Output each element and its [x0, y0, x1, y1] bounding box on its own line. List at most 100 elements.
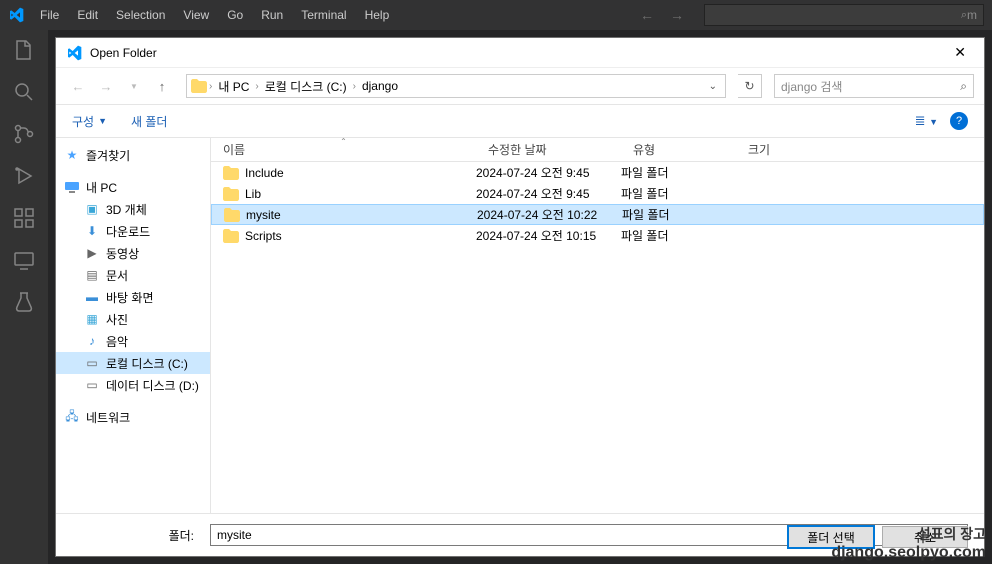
source-control-icon[interactable] — [12, 122, 36, 146]
chevron-right-icon: › — [209, 81, 212, 92]
vscode-logo-icon — [8, 7, 24, 23]
menu-terminal[interactable]: Terminal — [293, 4, 354, 26]
help-icon[interactable]: ? — [950, 112, 968, 130]
view-options-icon[interactable]: ≣ ▼ — [915, 113, 938, 129]
col-header-size[interactable]: 크기 — [736, 141, 816, 158]
file-row[interactable]: mysite 2024-07-24 오전 10:22 파일 폴더 — [211, 204, 984, 225]
tree-label: 다운로드 — [106, 223, 150, 240]
breadcrumb-item[interactable]: 로컬 디스크 (C:) — [261, 76, 351, 97]
col-header-date[interactable]: 수정한 날짜 — [476, 141, 621, 158]
refresh-button[interactable]: ↻ — [738, 74, 762, 98]
tree-item-local-disk-c[interactable]: ▭로컬 디스크 (C:) — [56, 352, 210, 374]
tree-label: 로컬 디스크 (C:) — [106, 355, 188, 372]
nav-back-icon[interactable]: ← — [636, 3, 658, 27]
folder-icon — [224, 208, 240, 222]
tree-label: 바탕 화면 — [106, 289, 154, 306]
file-type: 파일 폴더 — [621, 185, 736, 202]
music-icon: ♪ — [84, 333, 100, 349]
file-row[interactable]: Lib 2024-07-24 오전 9:45 파일 폴더 — [211, 183, 984, 204]
tree-label: 네트워크 — [86, 409, 130, 426]
file-row[interactable]: Scripts 2024-07-24 오전 10:15 파일 폴더 — [211, 225, 984, 246]
address-bar[interactable]: › 내 PC › 로컬 디스크 (C:) › django ⌄ — [186, 74, 726, 98]
dialog-titlebar: Open Folder ✕ — [56, 38, 984, 68]
desktop-icon: ▬ — [84, 289, 100, 305]
tree-item[interactable]: ▤ 문서 — [56, 264, 210, 286]
chevron-right-icon: › — [353, 81, 356, 92]
testing-icon[interactable] — [12, 290, 36, 314]
menu-view[interactable]: View — [175, 4, 217, 26]
nav-up-button[interactable]: ↑ — [150, 74, 174, 98]
file-type: 파일 폴더 — [621, 164, 736, 181]
column-headers: ⌃ 이름 수정한 날짜 유형 크기 — [211, 138, 984, 162]
menu-go[interactable]: Go — [219, 4, 251, 26]
file-name: Scripts — [245, 229, 282, 243]
search-icon[interactable] — [12, 80, 36, 104]
tree-item[interactable]: ♪음악 — [56, 330, 210, 352]
tree-label: 데이터 디스크 (D:) — [106, 377, 199, 394]
pc-icon — [64, 179, 80, 195]
file-name: Include — [245, 166, 284, 180]
nav-forward-button[interactable]: → — [94, 74, 118, 98]
menu-edit[interactable]: Edit — [69, 4, 106, 26]
tree-network[interactable]: 🖧 네트워크 — [56, 406, 210, 428]
menu-run[interactable]: Run — [253, 4, 291, 26]
file-name: Lib — [245, 187, 261, 201]
remote-icon[interactable] — [12, 248, 36, 272]
search-text: m — [967, 8, 977, 22]
col-header-type[interactable]: 유형 — [621, 141, 736, 158]
folder-icon — [223, 166, 239, 180]
tree-item[interactable]: ▶ 동영상 — [56, 242, 210, 264]
menu-help[interactable]: Help — [357, 4, 398, 26]
organize-button[interactable]: 구성 ▼ — [72, 113, 107, 130]
tree-item[interactable]: ⬇ 다운로드 — [56, 220, 210, 242]
folder-icon — [223, 229, 239, 243]
explorer-icon[interactable] — [12, 38, 36, 62]
new-folder-button[interactable]: 새 폴더 — [131, 113, 167, 130]
tree-label: 3D 개체 — [106, 201, 147, 218]
video-icon: ▶ — [84, 245, 100, 261]
watermark-line2: django.seolpyo.com — [831, 544, 986, 562]
tree-quick-access[interactable]: ★ 즐겨찾기 — [56, 144, 210, 166]
dialog-toolbar: 구성 ▼ 새 폴더 ≣ ▼ ? — [56, 104, 984, 138]
nav-forward-icon[interactable]: → — [666, 3, 688, 27]
vscode-titlebar: File Edit Selection View Go Run Terminal… — [0, 0, 992, 30]
tree-item[interactable]: ▭ 데이터 디스크 (D:) — [56, 374, 210, 396]
menu-file[interactable]: File — [32, 4, 67, 26]
vscode-nav: ← → ⌕ m — [636, 3, 984, 27]
tree-item[interactable]: ▣3D 개체 — [56, 198, 210, 220]
address-dropdown-icon[interactable]: ⌄ — [705, 81, 721, 92]
vscode-search-input[interactable]: ⌕ m — [704, 4, 984, 26]
close-icon[interactable]: ✕ — [946, 40, 974, 65]
menu-selection[interactable]: Selection — [108, 4, 173, 26]
search-icon: ⌕ — [960, 79, 967, 94]
file-date: 2024-07-24 오전 10:22 — [477, 206, 622, 223]
dialog-title: Open Folder — [90, 46, 157, 60]
network-icon: 🖧 — [64, 409, 80, 425]
debug-icon[interactable] — [12, 164, 36, 188]
tree-this-pc[interactable]: 내 PC — [56, 176, 210, 198]
file-list: ⌃ 이름 수정한 날짜 유형 크기 Include 2024-07-24 오전 … — [211, 138, 984, 513]
extensions-icon[interactable] — [12, 206, 36, 230]
chevron-right-icon: › — [255, 81, 258, 92]
tree-label: 동영상 — [106, 245, 139, 262]
file-row[interactable]: Include 2024-07-24 오전 9:45 파일 폴더 — [211, 162, 984, 183]
breadcrumb-item[interactable]: 내 PC — [214, 76, 253, 97]
tree-label: 내 PC — [86, 179, 117, 196]
file-date: 2024-07-24 오전 9:45 — [476, 164, 621, 181]
chevron-down-icon[interactable]: ▼ — [122, 74, 146, 98]
nav-back-button[interactable]: ← — [66, 74, 90, 98]
folder-icon — [223, 187, 239, 201]
tree-item[interactable]: ▦사진 — [56, 308, 210, 330]
dialog-body: ★ 즐겨찾기 내 PC ▣3D 개체 ⬇ 다운로드 ▶ 동영상 ▤ 문서 ▬ 바탕 화면… — [56, 138, 984, 513]
drive-icon: ▭ — [84, 377, 100, 393]
breadcrumb-item[interactable]: django — [358, 77, 402, 95]
folder-icon — [191, 79, 207, 93]
watermark: 설표의 장고 django.seolpyo.com — [831, 524, 986, 562]
tree-label: 문서 — [106, 267, 128, 284]
vscode-icon — [66, 45, 82, 61]
star-icon: ★ — [64, 147, 80, 163]
tree-item[interactable]: ▬ 바탕 화면 — [56, 286, 210, 308]
search-input[interactable]: django 검색 ⌕ — [774, 74, 974, 98]
download-icon: ⬇ — [84, 223, 100, 239]
document-icon: ▤ — [84, 267, 100, 283]
